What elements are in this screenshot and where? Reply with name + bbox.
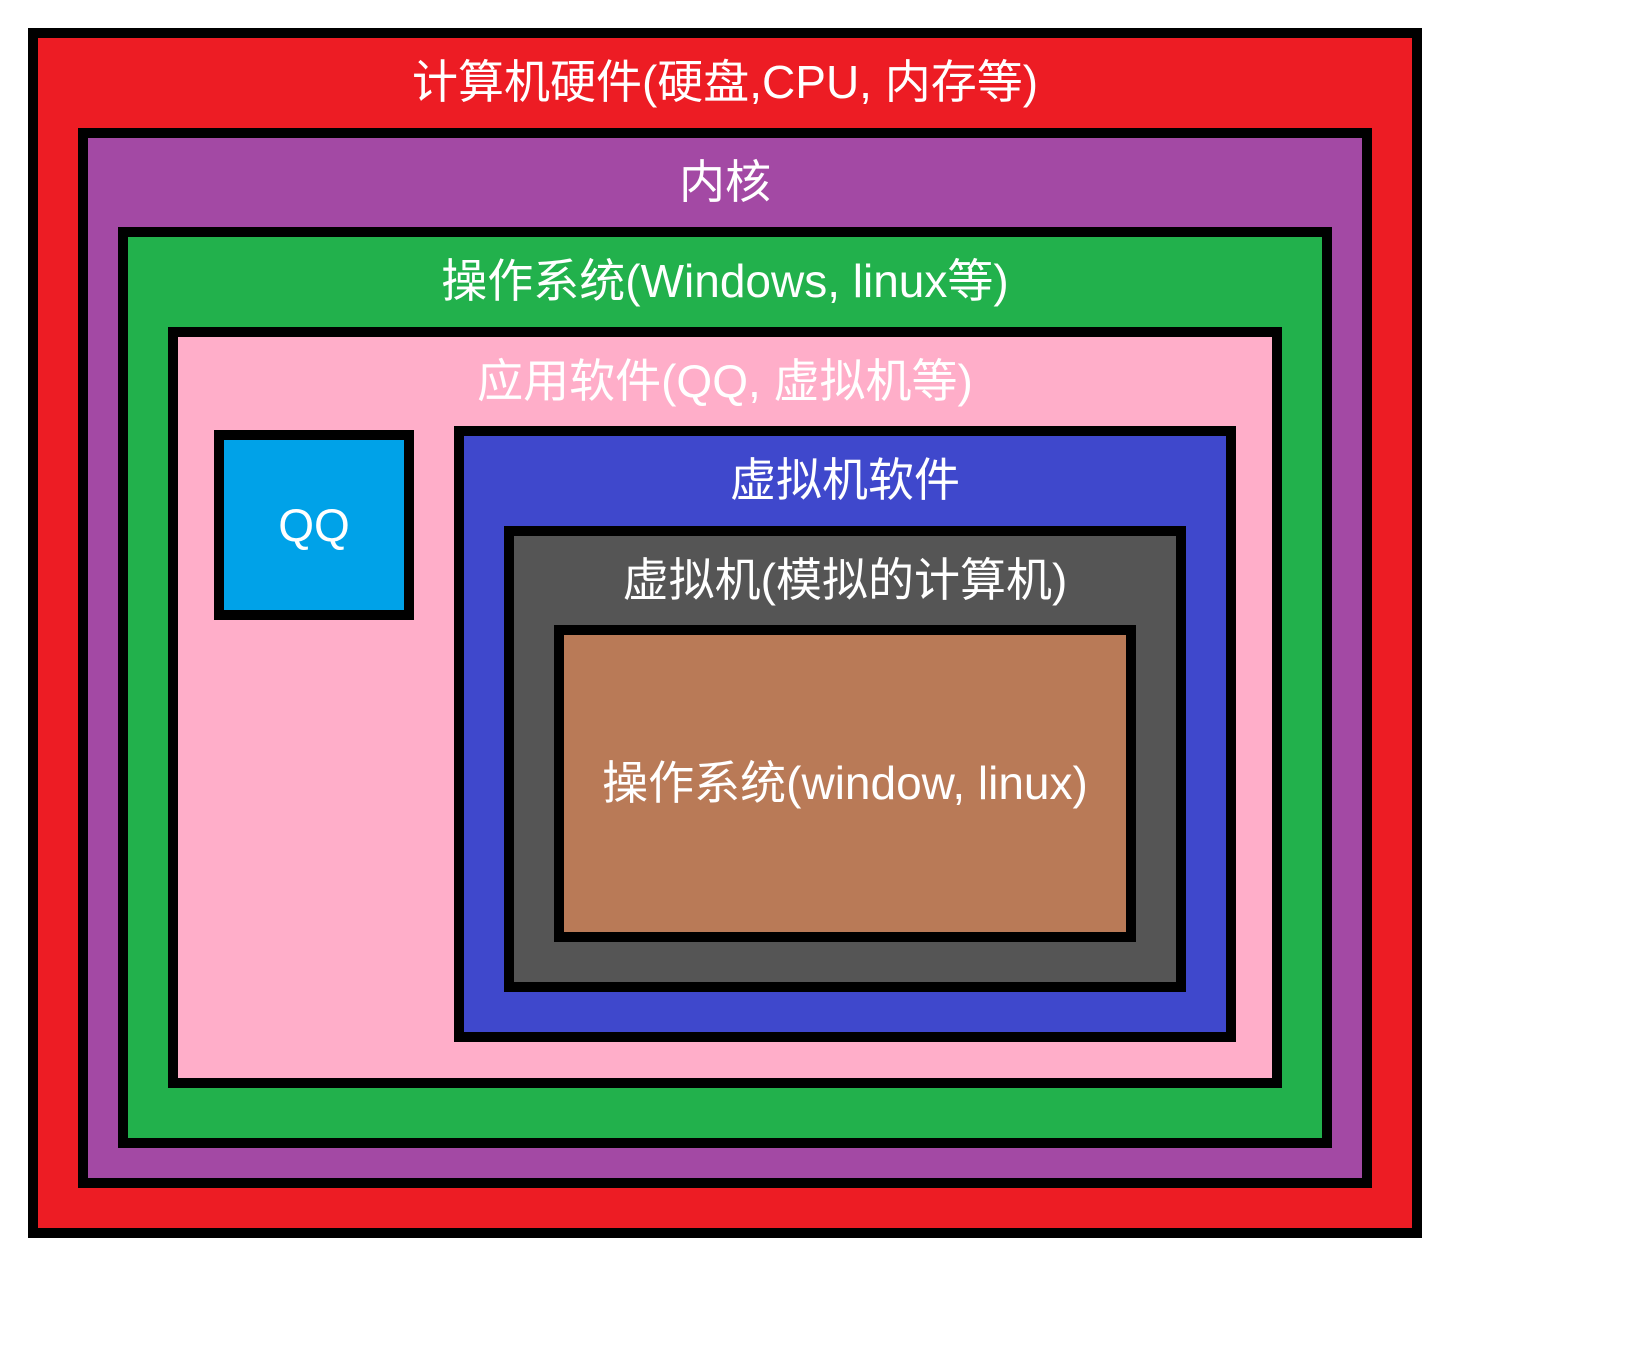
apps-layer: 应用软件(QQ, 虚拟机等) QQ 虚拟机软件 虚拟机(模拟的计算机) 操作系统… <box>168 327 1282 1089</box>
diagram-canvas: 计算机硬件(硬盘,CPU, 内存等) 内核 操作系统(Windows, linu… <box>0 0 1632 1368</box>
qq-box: QQ <box>214 430 414 620</box>
vm-machine-layer: 虚拟机(模拟的计算机) 操作系统(window, linux) <box>504 526 1186 993</box>
vm-software-title: 虚拟机软件 <box>722 436 968 526</box>
vm-os-title: 操作系统(window, linux) <box>602 742 1088 825</box>
hardware-title: 计算机硬件(硬盘,CPU, 内存等) <box>404 38 1046 128</box>
qq-label: QQ <box>278 498 350 552</box>
os-title: 操作系统(Windows, linux等) <box>433 237 1016 327</box>
vm-machine-title: 虚拟机(模拟的计算机) <box>615 536 1076 626</box>
kernel-title: 内核 <box>671 138 779 228</box>
vm-software-layer: 虚拟机软件 虚拟机(模拟的计算机) 操作系统(window, linux) <box>454 426 1236 1042</box>
vm-os-layer: 操作系统(window, linux) <box>554 625 1136 942</box>
apps-title: 应用软件(QQ, 虚拟机等) <box>469 337 981 427</box>
kernel-layer: 内核 操作系统(Windows, linux等) 应用软件(QQ, 虚拟机等) … <box>78 128 1372 1189</box>
os-layer: 操作系统(Windows, linux等) 应用软件(QQ, 虚拟机等) QQ … <box>118 227 1332 1148</box>
hardware-layer: 计算机硬件(硬盘,CPU, 内存等) 内核 操作系统(Windows, linu… <box>28 28 1422 1238</box>
apps-body: QQ 虚拟机软件 虚拟机(模拟的计算机) 操作系统(window, linux) <box>214 426 1236 1042</box>
